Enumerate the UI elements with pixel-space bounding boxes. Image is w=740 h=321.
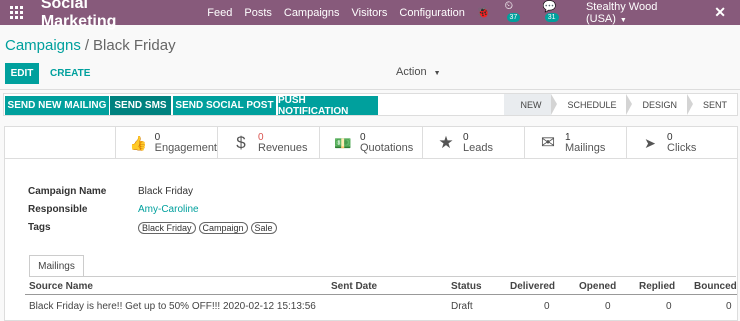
- messages-icon[interactable]: 💬31: [543, 0, 572, 25]
- close-icon[interactable]: ✕: [714, 4, 726, 21]
- breadcrumb-current: Black Friday: [93, 37, 176, 54]
- stat-quotations[interactable]: 💵 0 Quotations: [319, 127, 422, 159]
- row-status: Draft: [451, 301, 473, 312]
- tab-divider: [29, 276, 736, 277]
- stat-engagement-label: Engagement: [154, 142, 217, 154]
- responsible-link[interactable]: Amy-Caroline: [138, 204, 199, 215]
- stat-buttons: 👍 0 Engagement $ 0 Revenues 💵 0 Quotations …: [5, 127, 737, 159]
- breadcrumb: Campaigns / Black Friday: [5, 37, 176, 54]
- stat-mailings[interactable]: ✉ 1 Mailings: [524, 127, 626, 159]
- action-dropdown[interactable]: Action ▼: [396, 66, 441, 78]
- send-sms-button[interactable]: SEND SMS: [110, 96, 171, 115]
- activity-icon[interactable]: ⏲37: [505, 0, 529, 25]
- column-source-name[interactable]: Source Name: [29, 281, 93, 292]
- campaign-name-value: Black Friday: [138, 186, 194, 197]
- send-social-post-button[interactable]: SEND SOCIAL POST: [173, 96, 276, 115]
- tag-black-friday: Black Friday: [138, 222, 196, 234]
- column-status[interactable]: Status: [451, 281, 482, 292]
- row-opened: 0: [605, 301, 611, 312]
- column-replied[interactable]: Replied: [639, 281, 675, 292]
- stat-engagement[interactable]: 👍 0 Engagement: [115, 127, 217, 159]
- row-source-name[interactable]: Black Friday is here!! Get up to 50% OFF…: [29, 301, 316, 312]
- user-menu[interactable]: Stealthy Wood (USA) ▼: [586, 1, 700, 25]
- stat-clicks[interactable]: ➤ 0 Clicks: [626, 127, 737, 159]
- apps-menu-icon[interactable]: [0, 0, 34, 25]
- stage-schedule[interactable]: SCHEDULE: [551, 94, 633, 115]
- stat-quotations-label: Quotations: [360, 142, 414, 154]
- edit-button[interactable]: EDIT: [5, 63, 39, 84]
- stat-mailings-label: Mailings: [565, 142, 606, 154]
- tags-field: Black Friday Campaign Sale: [138, 222, 277, 234]
- tags-label: Tags: [28, 222, 51, 233]
- stat-revenues-label: Revenues: [258, 142, 308, 154]
- stat-clicks-label: Clicks: [667, 142, 697, 154]
- stat-leads-label: Leads: [463, 142, 493, 154]
- activity-badge: 37: [506, 13, 521, 22]
- column-bounced[interactable]: Bounced: [694, 281, 737, 292]
- app-name: Social Marketing: [40, 0, 117, 30]
- column-opened[interactable]: Opened: [579, 281, 616, 292]
- main-menu: Feed Posts Campaigns Visitors Configurat…: [207, 7, 477, 19]
- header-divider: [0, 89, 740, 90]
- top-navbar: Social Marketing Feed Posts Campaigns Vi…: [0, 0, 740, 30]
- column-sent-date[interactable]: Sent Date: [331, 281, 377, 292]
- chevron-down-icon: ▼: [433, 70, 441, 77]
- menu-item-visitors[interactable]: Visitors: [352, 7, 388, 19]
- stat-revenues[interactable]: $ 0 Revenues: [217, 127, 319, 159]
- push-notification-button[interactable]: PUSH NOTIFICATION: [278, 95, 378, 117]
- bug-icon[interactable]: 🐞: [477, 6, 491, 19]
- cursor-icon: ➤: [644, 134, 656, 151]
- dollar-icon: $: [236, 133, 246, 152]
- stage-new[interactable]: NEW: [504, 94, 558, 115]
- money-icon: 💵: [334, 134, 352, 151]
- stage-sent[interactable]: SENT: [687, 94, 737, 115]
- row-bounced: 0: [726, 301, 732, 312]
- menu-item-posts[interactable]: Posts: [244, 7, 272, 19]
- table-header-divider: [25, 294, 737, 295]
- campaign-name-label: Campaign Name: [28, 186, 107, 197]
- breadcrumb-separator: /: [84, 37, 90, 54]
- tab-mailings[interactable]: Mailings: [29, 255, 84, 277]
- status-bar: SEND NEW MAILING SEND SMS SEND SOCIAL PO…: [3, 93, 738, 117]
- messages-badge: 31: [544, 13, 559, 22]
- tag-campaign: Campaign: [198, 222, 248, 234]
- responsible-label: Responsible: [28, 204, 88, 215]
- breadcrumb-campaigns[interactable]: Campaigns: [5, 37, 81, 54]
- create-button[interactable]: CREATE: [50, 63, 90, 84]
- chevron-down-icon: ▼: [619, 16, 627, 24]
- menu-item-feed[interactable]: Feed: [207, 7, 232, 19]
- menu-item-campaigns[interactable]: Campaigns: [284, 7, 340, 19]
- thumbs-up-icon: 👍: [129, 134, 148, 151]
- envelope-icon: ✉: [540, 133, 556, 152]
- stat-leads[interactable]: ★ 0 Leads: [422, 127, 524, 159]
- column-delivered[interactable]: Delivered: [510, 281, 555, 292]
- send-new-mailing-button[interactable]: SEND NEW MAILING: [5, 96, 109, 115]
- form-sheet: 👍 0 Engagement $ 0 Revenues 💵 0 Quotations …: [4, 126, 738, 321]
- row-delivered: 0: [544, 301, 550, 312]
- star-icon: ★: [438, 133, 454, 152]
- menu-item-configuration[interactable]: Configuration: [399, 7, 464, 19]
- row-replied: 0: [666, 301, 672, 312]
- stage-pipeline: NEW SCHEDULE DESIGN SENT: [504, 94, 737, 115]
- stage-design[interactable]: DESIGN: [626, 94, 693, 115]
- tag-sale: Sale: [250, 222, 277, 234]
- action-label: Action: [396, 66, 427, 78]
